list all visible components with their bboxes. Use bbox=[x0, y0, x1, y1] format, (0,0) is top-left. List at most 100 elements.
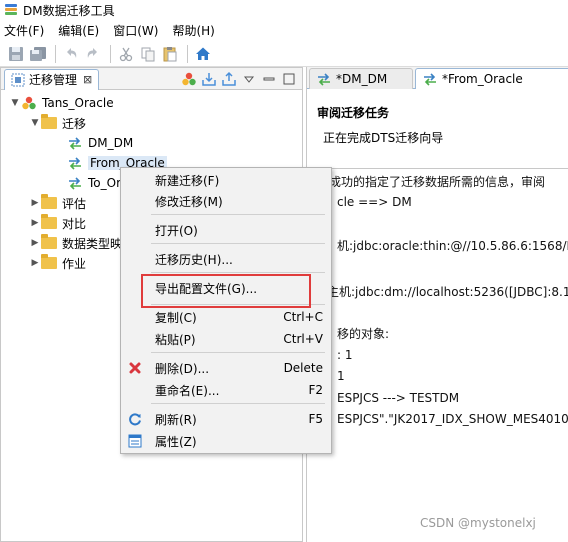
folder-icon bbox=[41, 234, 57, 249]
expand-arrow-icon[interactable]: ▼ bbox=[9, 98, 21, 108]
tree-item-migration[interactable]: To_Or bbox=[67, 173, 121, 193]
properties-icon bbox=[127, 433, 143, 449]
summary-line: cle ==> DM bbox=[337, 195, 412, 209]
menu-item-open[interactable]: 打开(O) bbox=[121, 220, 331, 240]
tree-folder-label: 数据类型映 bbox=[62, 236, 123, 251]
tree-folder-migration[interactable]: ▼ 迁移 bbox=[29, 113, 86, 133]
summary-line: ESPJCS ---> TESTDM bbox=[337, 391, 460, 405]
menu-separator bbox=[151, 214, 325, 215]
copy-icon[interactable] bbox=[138, 44, 158, 64]
folder-open-icon bbox=[41, 114, 57, 129]
migration-icon bbox=[69, 177, 81, 190]
menu-item-shortcut: F2 bbox=[308, 383, 323, 397]
menu-item-shortcut: Delete bbox=[283, 361, 323, 375]
collapse-arrow-icon[interactable]: ▶ bbox=[29, 258, 41, 268]
collapse-arrow-icon[interactable]: ▶ bbox=[29, 218, 41, 228]
menu-file[interactable]: 文件(F) bbox=[4, 22, 44, 39]
tab-from-oracle[interactable]: *From_Oracle bbox=[415, 68, 568, 89]
tree-item-label: To_Or bbox=[88, 176, 122, 190]
menu-item-properties[interactable]: 属性(Z) bbox=[121, 431, 331, 451]
menu-item-label: 复制(C) bbox=[155, 310, 197, 325]
menu-item-label: 重命名(E)... bbox=[155, 383, 220, 398]
summary-line: 经成功的指定了迁移数据所需的信息，审阅 bbox=[317, 175, 546, 189]
menu-item-label: 打开(O) bbox=[155, 223, 198, 238]
menu-item-new-migration[interactable]: 新建迁移(F) bbox=[121, 170, 331, 190]
paste-icon[interactable] bbox=[160, 44, 180, 64]
summary-line: 移的对象: bbox=[337, 327, 390, 341]
toolbar bbox=[0, 41, 568, 67]
delete-icon bbox=[127, 360, 143, 376]
left-panel-tools bbox=[178, 70, 298, 88]
menu-item-shortcut: Ctrl+C bbox=[283, 310, 323, 324]
toolbar-separator bbox=[55, 44, 56, 63]
menu-item-label: 迁移历史(H)... bbox=[155, 252, 233, 267]
menu-item-rename[interactable]: 重命名(E)... F2 bbox=[121, 380, 331, 400]
export-icon[interactable] bbox=[220, 70, 238, 88]
tree-folder-label: 迁移 bbox=[62, 116, 87, 131]
tree-folder-label: 作业 bbox=[62, 256, 87, 271]
tree-root-label: Tans_Oracle bbox=[42, 96, 114, 110]
summary-line: 机:jdbc:oracle:thin:@//10.5.86.6:1568/M bbox=[337, 239, 568, 253]
toolbar-separator bbox=[110, 44, 111, 63]
editor-panel: *DM_DM *From_Oracle 审阅迁移任务 正在完成DTS迁移向导 经… bbox=[306, 67, 568, 542]
tree-folder-label: 评估 bbox=[62, 196, 87, 211]
title-bar: DM数据迁移工具 bbox=[0, 0, 568, 20]
tree-root[interactable]: ▼ Tans_Oracle bbox=[9, 93, 114, 113]
menu-item-label: 属性(Z) bbox=[155, 434, 197, 449]
menu-item-refresh[interactable]: 刷新(R) F5 bbox=[121, 409, 331, 429]
close-icon[interactable]: ⊠ bbox=[83, 73, 92, 86]
summary-line: 主机:jdbc:dm://localhost:5236([JDBC]:8.1 bbox=[327, 285, 568, 299]
left-tab-bar: 迁移管理 ⊠ bbox=[1, 68, 302, 90]
wizard-subtitle: 正在完成DTS迁移向导 bbox=[323, 131, 444, 145]
tab-migration-manager[interactable]: 迁移管理 ⊠ bbox=[4, 68, 100, 90]
expand-arrow-icon[interactable]: ▼ bbox=[29, 118, 41, 128]
save-icon[interactable] bbox=[6, 44, 26, 64]
menu-item-shortcut: F5 bbox=[308, 412, 323, 426]
redo-icon[interactable] bbox=[83, 44, 103, 64]
menu-help[interactable]: 帮助(H) bbox=[172, 22, 214, 39]
summary-line: 1 bbox=[337, 369, 345, 383]
refresh-icon bbox=[127, 411, 143, 427]
tree-folder[interactable]: ▶ 数据类型映 bbox=[29, 233, 122, 253]
folder-icon bbox=[41, 194, 57, 209]
menu-item-copy[interactable]: 复制(C) Ctrl+C bbox=[121, 307, 331, 327]
menu-separator bbox=[151, 403, 325, 404]
tree-folder[interactable]: ▶ 对比 bbox=[29, 213, 86, 233]
summary-line: ESPJCS"."JK2017_IDX_SHOW_MES4010M bbox=[337, 412, 568, 426]
migration-manager-icon bbox=[11, 73, 25, 86]
menu-item-label: 刷新(R) bbox=[155, 412, 197, 427]
maximize-icon[interactable] bbox=[280, 70, 298, 88]
wizard-title: 审阅迁移任务 bbox=[317, 106, 390, 120]
window-title: DM数据迁移工具 bbox=[23, 3, 115, 18]
summary-line: : 1 bbox=[337, 348, 353, 362]
toolbar-separator bbox=[187, 44, 188, 63]
tab-label: *DM_DM bbox=[336, 72, 388, 86]
collapse-arrow-icon[interactable]: ▶ bbox=[29, 198, 41, 208]
home-icon[interactable] bbox=[193, 44, 213, 64]
menu-bar: 文件(F) 编辑(E) 窗口(W) 帮助(H) bbox=[0, 20, 568, 40]
tree-folder[interactable]: ▶ 评估 bbox=[29, 193, 86, 213]
menu-item-edit-migration[interactable]: 修改迁移(M) bbox=[121, 191, 331, 211]
cut-icon[interactable] bbox=[116, 44, 136, 64]
menu-item-paste[interactable]: 粘贴(P) Ctrl+V bbox=[121, 329, 331, 349]
menu-item-migration-history[interactable]: 迁移历史(H)... bbox=[121, 249, 331, 269]
tree-item-migration[interactable]: DM_DM bbox=[67, 133, 133, 153]
view-menu-icon[interactable] bbox=[240, 70, 258, 88]
new-project-icon[interactable] bbox=[180, 70, 198, 88]
project-icon bbox=[22, 96, 36, 110]
import-icon[interactable] bbox=[200, 70, 218, 88]
menu-item-delete[interactable]: 删除(D)... Delete bbox=[121, 358, 331, 378]
menu-item-label: 修改迁移(M) bbox=[155, 194, 223, 209]
undo-icon[interactable] bbox=[61, 44, 81, 64]
summary-area: 经成功的指定了迁移数据所需的信息，审阅 cle ==> DM 机:jdbc:or… bbox=[307, 169, 568, 542]
wizard-header: 审阅迁移任务 正在完成DTS迁移向导 bbox=[307, 89, 568, 169]
tab-dm-dm[interactable]: *DM_DM bbox=[309, 68, 413, 89]
tree-folder[interactable]: ▶ 作业 bbox=[29, 253, 86, 273]
collapse-arrow-icon[interactable]: ▶ bbox=[29, 238, 41, 248]
minimize-icon[interactable] bbox=[260, 70, 278, 88]
save-all-icon[interactable] bbox=[28, 44, 48, 64]
watermark: CSDN @mystonelxj bbox=[420, 516, 536, 530]
menu-window[interactable]: 窗口(W) bbox=[113, 22, 158, 39]
tab-label: *From_Oracle bbox=[442, 72, 523, 86]
menu-edit[interactable]: 编辑(E) bbox=[58, 22, 99, 39]
